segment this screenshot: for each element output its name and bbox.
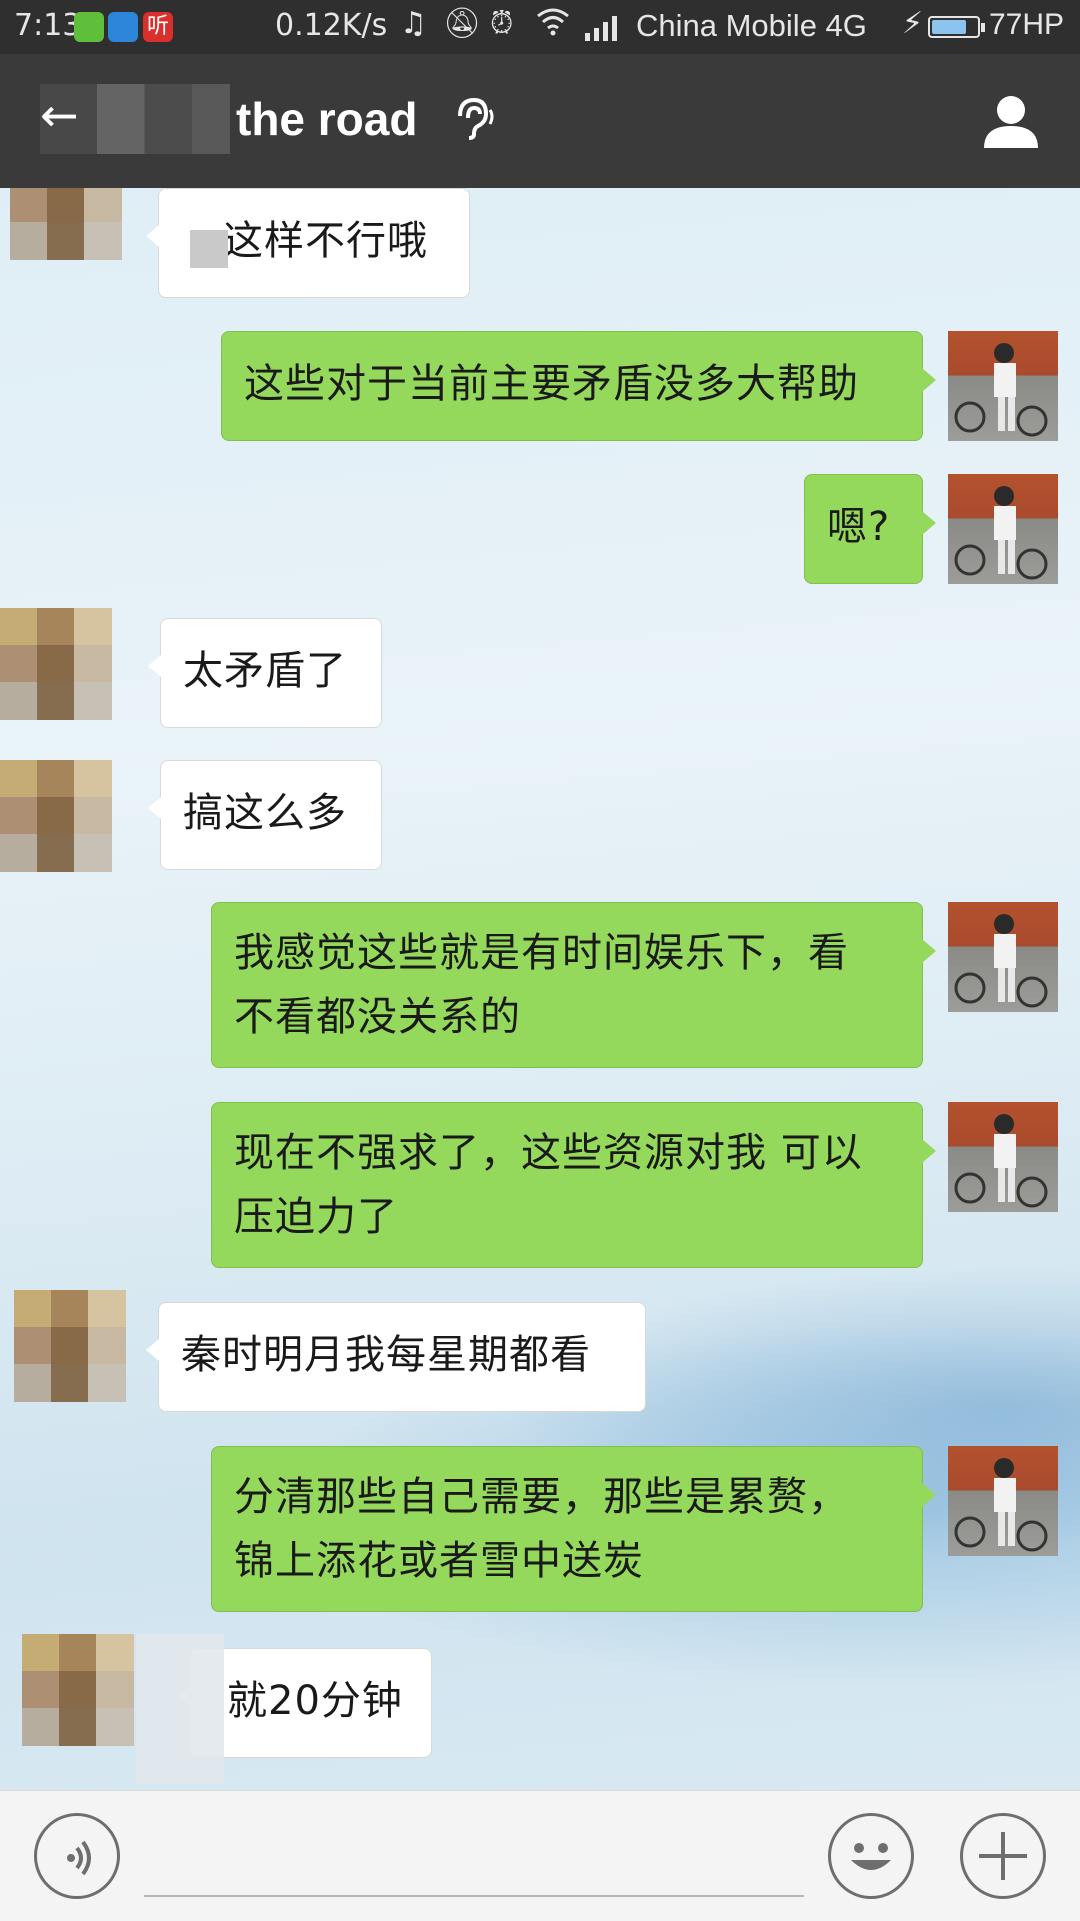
chat-area[interactable]: 这样不行哦 这些对于当前主要矛盾没多大帮助 嗯? 太矛盾了 搞这么多 我感觉这些…	[0, 188, 1080, 1790]
mute-icon: 🔕︎	[443, 6, 482, 41]
message-text-line: 现在不强求了，这些资源对我 可以	[234, 1130, 863, 1176]
message-text: 嗯?	[827, 504, 891, 550]
back-arrow-icon[interactable]: ←	[40, 88, 79, 142]
message-bubble-outgoing[interactable]: 分清那些自己需要，那些是累赘， 锦上添花或者雪中送炭	[211, 1446, 936, 1612]
message-text-line: 压迫力了	[234, 1194, 398, 1240]
message-bubble-incoming[interactable]: 搞这么多	[148, 760, 382, 870]
message-text-line: 不看都没关系的	[234, 994, 521, 1040]
user-avatar[interactable]	[948, 902, 1058, 1012]
signal-icon	[584, 14, 620, 49]
contact-avatar[interactable]	[10, 188, 122, 300]
blurred-region	[190, 230, 228, 268]
battery-label: 77HP	[989, 8, 1065, 41]
wifi-icon	[535, 6, 571, 44]
message-text: 搞这么多	[183, 790, 347, 836]
message-bubble-incoming[interactable]: 秦时明月我每星期都看	[146, 1302, 646, 1412]
message-bubble-outgoing[interactable]: 现在不强求了，这些资源对我 可以 压迫力了	[211, 1102, 936, 1268]
message-bubble-incoming[interactable]: 就20分钟	[178, 1648, 432, 1758]
status-bar: 7:13 听 0.12K/s ♫ 🔕︎ ⏰︎ China Mobile 4G ⚡…	[0, 0, 1080, 54]
message-text: 就20分钟	[227, 1678, 403, 1724]
battery-icon	[928, 16, 985, 38]
input-bar	[0, 1790, 1080, 1921]
alarm-icon: ⏰︎	[490, 6, 514, 41]
carrier-label: China Mobile 4G	[636, 8, 867, 43]
user-avatar[interactable]	[948, 1446, 1058, 1556]
plus-icon[interactable]	[960, 1813, 1046, 1899]
message-text: 秦时明月我每星期都看	[181, 1332, 591, 1378]
contact-avatar[interactable]	[0, 608, 150, 720]
sim-app-icon	[74, 12, 104, 42]
message-bubble-outgoing[interactable]: 这些对于当前主要矛盾没多大帮助	[221, 331, 936, 441]
earpiece-icon[interactable]	[452, 96, 496, 144]
contact-avatar[interactable]	[0, 760, 150, 872]
message-text-line: 我感觉这些就是有时间娱乐下，看	[234, 930, 849, 976]
contact-avatar[interactable]	[14, 1290, 126, 1402]
contact-avatar[interactable]	[22, 1634, 134, 1764]
charging-icon: ⚡︎	[902, 6, 924, 41]
message-text: 这些对于当前主要矛盾没多大帮助	[244, 361, 859, 407]
message-bubble-incoming[interactable]: 太矛盾了	[148, 618, 382, 728]
message-bubble-outgoing[interactable]: 嗯?	[804, 474, 936, 584]
message-bubble-outgoing[interactable]: 我感觉这些就是有时间娱乐下，看 不看都没关系的	[211, 902, 936, 1068]
listen-app-icon: 听	[143, 12, 173, 42]
status-time: 7:13	[14, 8, 82, 43]
user-avatar[interactable]	[948, 474, 1058, 584]
headphones-icon: ♫	[400, 6, 427, 41]
battery-fill	[932, 20, 966, 34]
user-avatar[interactable]	[948, 1102, 1058, 1212]
profile-icon[interactable]	[982, 92, 1040, 154]
emoji-icon[interactable]	[828, 1813, 914, 1899]
network-speed: 0.12K/s	[275, 8, 388, 43]
message-text-line: 分清那些自己需要，那些是累赘，	[234, 1474, 849, 1520]
chat-title: the road	[236, 93, 418, 145]
chat-header: ← the road	[0, 54, 1080, 188]
translate-app-icon	[108, 12, 138, 42]
message-text: 这样不行哦	[223, 218, 428, 264]
message-text-line: 锦上添花或者雪中送炭	[234, 1538, 644, 1584]
user-avatar[interactable]	[948, 331, 1058, 441]
blurred-region	[136, 1634, 224, 1784]
message-input[interactable]	[144, 1895, 804, 1897]
voice-icon[interactable]	[34, 1813, 120, 1899]
message-text: 太矛盾了	[183, 648, 347, 694]
